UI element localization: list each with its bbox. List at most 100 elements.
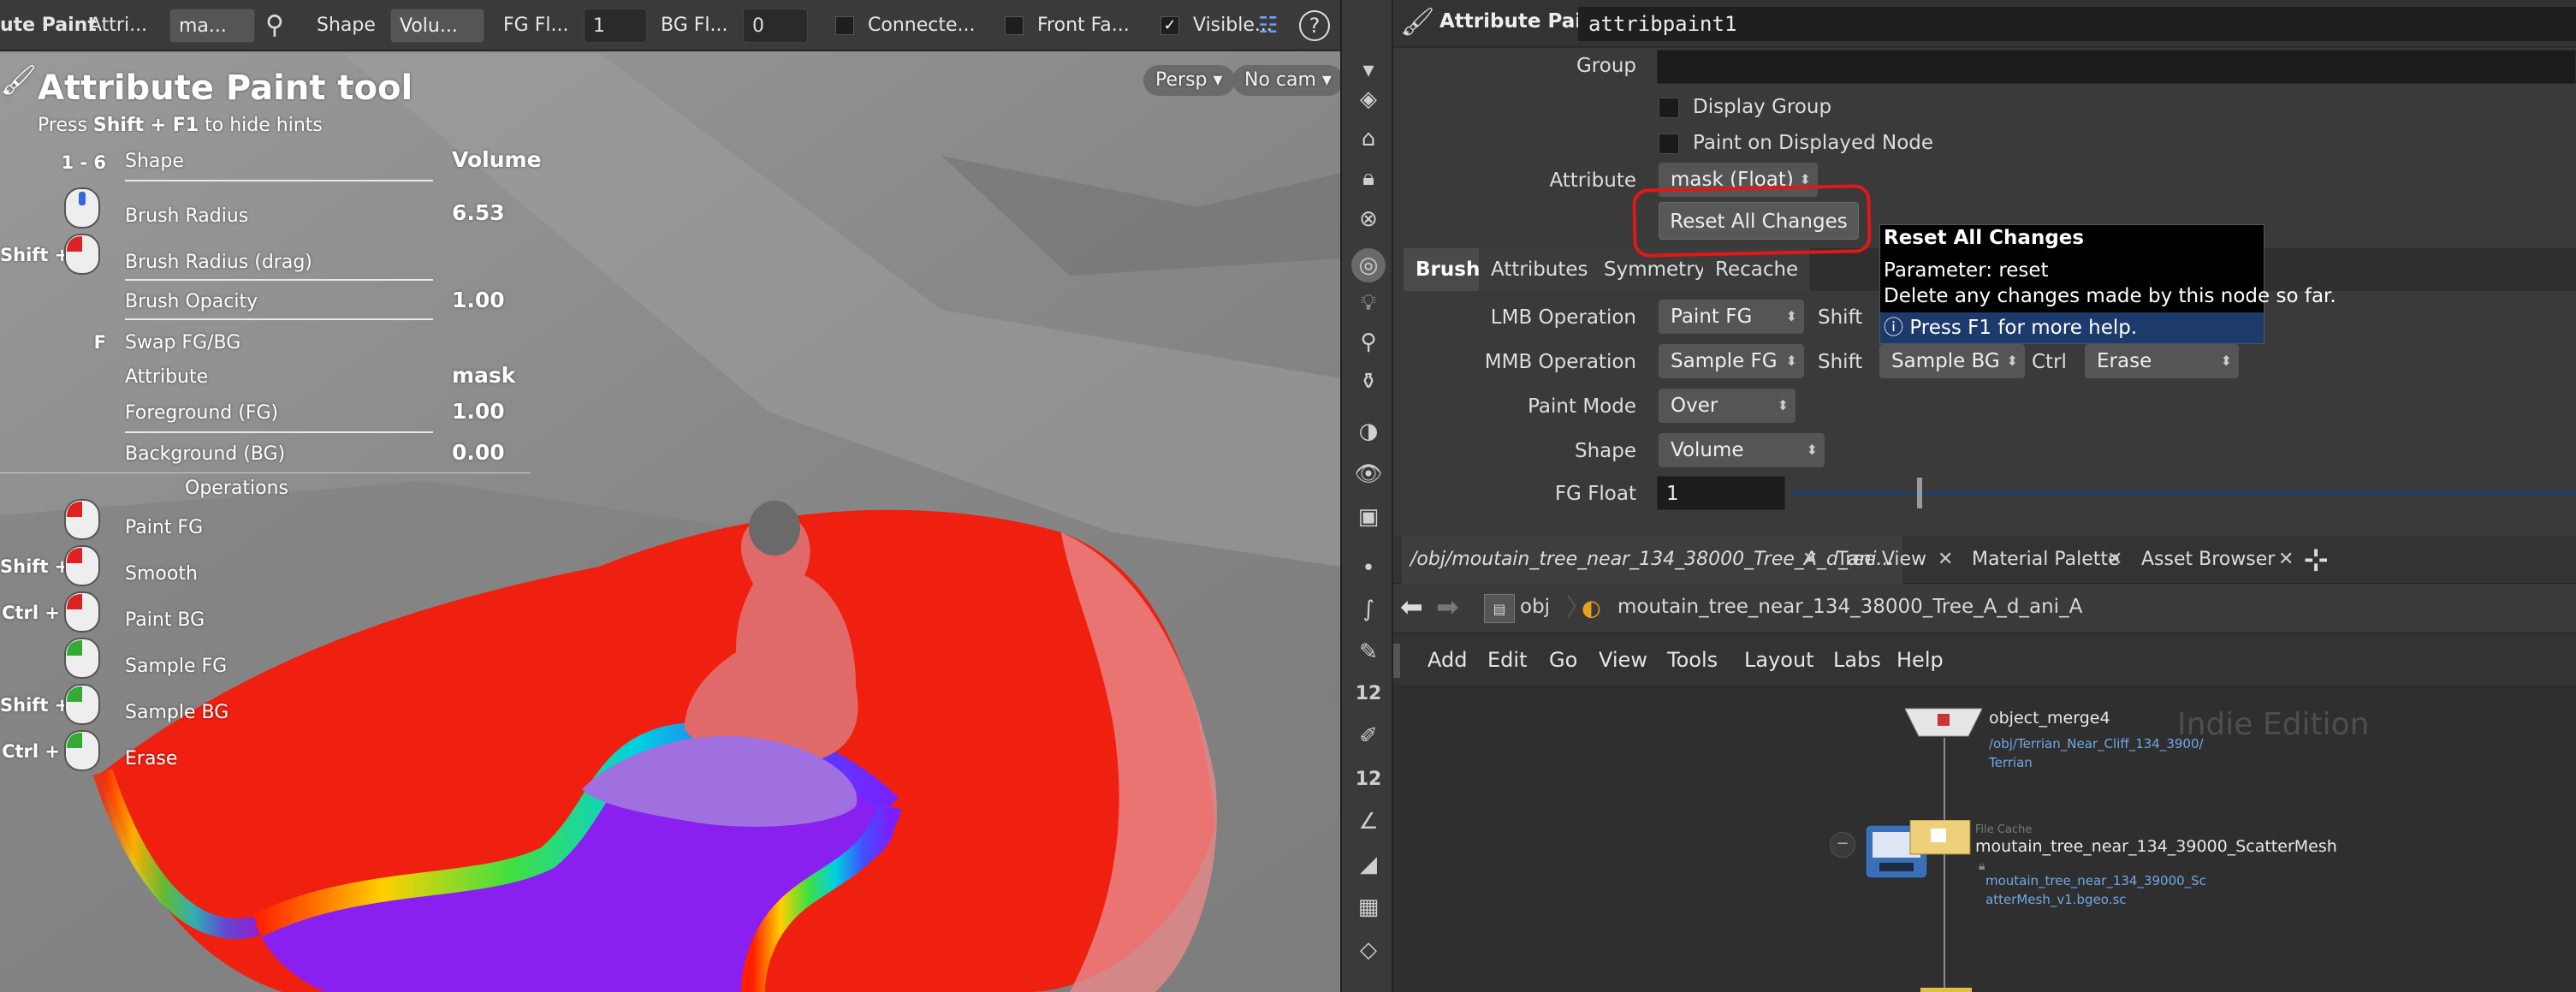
close-icon[interactable]: ✕ — [2278, 536, 2294, 584]
connected-checkbox[interactable] — [835, 16, 854, 35]
fg-float-slider-handle[interactable] — [1917, 478, 1922, 508]
path-node[interactable]: moutain_tree_near_134_38000_Tree_A_d_ani… — [1617, 596, 2082, 618]
mmb-operation-dropdown[interactable]: Sample FG ⬍ — [1659, 344, 1804, 378]
attribute-dropdown[interactable]: mask (Float) ⬍ — [1659, 163, 1818, 197]
node-name-field[interactable]: attribpaint1 — [1578, 7, 2576, 41]
display-group-checkbox[interactable] — [1659, 98, 1679, 118]
help-icon[interactable]: ? — [1299, 10, 1330, 41]
add-tab-icon[interactable]: ⊹ — [2295, 536, 2337, 584]
scene-viewport[interactable]: ute Paint Attri... ma... ⚲ Shape Volu...… — [0, 0, 1340, 992]
shift-operation-dropdown[interactable]: Sample BG ⬍ — [1879, 344, 2025, 378]
target-icon[interactable]: ◎ — [1351, 248, 1386, 282]
menu-add[interactable]: Add — [1427, 633, 1467, 686]
paint-mode-dropdown[interactable]: Over ⬍ — [1659, 389, 1795, 423]
node2-name[interactable]: moutain_tree_near_134_39000_ScatterMesh — [1975, 837, 2337, 856]
fg-float-field[interactable]: 1 — [1657, 476, 1785, 510]
group-field[interactable] — [1657, 50, 2576, 84]
close-icon[interactable]: ✕ — [1938, 536, 1953, 584]
node1-link-2[interactable]: Terrian — [1989, 755, 2033, 770]
node1-link[interactable]: /obj/Terrian_Near_Cliff_134_3900/ — [1989, 736, 2204, 751]
shape-dropdown[interactable]: Volu... — [390, 9, 484, 43]
light-target-icon[interactable]: ⚱ — [1351, 365, 1386, 399]
fg-field[interactable]: 1 — [584, 9, 647, 43]
attrib-dropdown[interactable]: ma... — [169, 9, 255, 43]
brush-icon[interactable]: ✐ — [1351, 719, 1386, 753]
light-bulb-icon[interactable]: 💡︎ — [1351, 286, 1386, 320]
updown-arrow-icon: ⬍ — [2220, 353, 2232, 369]
menu-edit[interactable]: Edit — [1487, 633, 1527, 686]
node2-link[interactable]: moutain_tree_near_134_39000_Sc — [1985, 873, 2206, 888]
eye-icon[interactable]: 👁︎ — [1351, 457, 1386, 491]
lmb-operation-dropdown[interactable]: Paint FG ⬍ — [1659, 300, 1804, 334]
next-node-stub[interactable] — [1920, 988, 1972, 992]
tooltip-desc: Delete any changes made by this node so … — [1884, 285, 2336, 307]
object-merge-node-icon[interactable] — [1905, 707, 1982, 738]
tab-tree-view[interactable]: Tree View — [1828, 536, 1935, 584]
menu-grip-icon — [1393, 644, 1400, 678]
close-circle-icon[interactable]: ⊗ — [1351, 202, 1386, 236]
node1-name[interactable]: object_merge4 — [1989, 709, 2110, 728]
snap-12-icon[interactable]: 12 — [1351, 676, 1386, 710]
tab-asset-browser[interactable]: Asset Browser — [2133, 536, 2283, 584]
uv-icon[interactable]: ◇ — [1351, 933, 1386, 967]
curve-icon[interactable]: ∫ — [1351, 592, 1386, 627]
menu-go[interactable]: Go — [1549, 633, 1577, 686]
paint-displayed-checkbox[interactable] — [1659, 134, 1679, 154]
menu-help[interactable]: Help — [1896, 633, 1944, 686]
bg-field[interactable]: 0 — [743, 9, 808, 43]
close-icon[interactable]: ✕ — [2107, 536, 2122, 584]
lock-icon[interactable]: 🔒︎ — [1351, 161, 1386, 195]
file-cache-node-icon[interactable] — [1862, 820, 1972, 888]
pin-icon[interactable]: ⚲ — [265, 0, 284, 51]
dot-icon[interactable]: • — [1351, 551, 1386, 585]
tab-material-palette[interactable]: Material Palette — [1963, 536, 2128, 584]
tab-recache[interactable]: Recache — [1703, 248, 1812, 291]
tooltip-help: ⓘ Press F1 for more help. — [1880, 312, 2264, 343]
close-icon[interactable]: ✕ — [1802, 536, 1818, 584]
shape-dropdown[interactable]: Volume ⬍ — [1659, 433, 1825, 467]
angle-icon[interactable]: ∠ — [1351, 805, 1386, 839]
frontface-checkbox[interactable] — [1005, 16, 1024, 35]
operation-label: Sample FG — [125, 656, 228, 677]
node-type-icon: 🖌 — [1400, 5, 1435, 38]
ctrl-operation-dropdown[interactable]: Erase ⬍ — [2085, 344, 2239, 378]
attribute-value: mask (Float) — [1671, 169, 1794, 191]
layers-icon[interactable]: ◈ — [1351, 82, 1386, 116]
hud-divider — [125, 431, 433, 433]
tab-symmetry[interactable]: Symmetry — [1592, 248, 1719, 291]
updown-arrow-icon: ⬍ — [2006, 353, 2018, 369]
light-add-icon[interactable]: ⚲ — [1351, 325, 1386, 359]
group-label: Group — [1576, 55, 1636, 77]
settings-list-icon[interactable]: ☷ — [1258, 0, 1278, 51]
camera-icon[interactable]: ▣ — [1351, 500, 1386, 534]
path-obj[interactable]: obj — [1520, 596, 1550, 618]
obj-context-icon[interactable]: ▤ — [1484, 594, 1515, 623]
network-canvas[interactable]: Indie Edition object_merge4 /obj/Terrian… — [1393, 686, 2576, 992]
fg-float-slider-track[interactable] — [1789, 491, 2576, 495]
persp-menu[interactable]: Persp ▾ — [1143, 65, 1235, 96]
shading-icon[interactable]: ◑ — [1351, 414, 1386, 448]
updown-arrow-icon: ⬍ — [1777, 397, 1789, 413]
shape-value: Volume — [1671, 439, 1744, 461]
camera-menu[interactable]: No cam ▾ — [1232, 65, 1340, 96]
hud-row-label: Shape — [125, 151, 184, 172]
menu-labs[interactable]: Labs — [1833, 633, 1881, 686]
node2-link-2[interactable]: atterMesh_v1.bgeo.sc — [1985, 892, 2127, 907]
reset-all-changes-button[interactable]: Reset All Changes — [1659, 202, 1859, 240]
pen-icon[interactable]: ✎ — [1351, 635, 1386, 669]
hud-key: Shift + — [0, 245, 70, 265]
back-arrow-icon[interactable]: ⬅ — [1400, 591, 1423, 623]
visible-checkbox[interactable]: ✓ — [1160, 16, 1179, 35]
menu-tools[interactable]: Tools — [1667, 633, 1718, 686]
tab-attributes[interactable]: Attributes — [1479, 248, 1601, 291]
node-bypass-icon[interactable]: − — [1830, 832, 1855, 858]
ghost-icon[interactable]: ⌂ — [1351, 122, 1386, 156]
forward-arrow-icon[interactable]: ➡ — [1436, 591, 1459, 623]
checker-icon[interactable]: ▦ — [1351, 890, 1386, 924]
grid-12-icon[interactable]: 12 — [1351, 762, 1386, 796]
reset-tooltip: Reset All Changes Parameter: reset Delet… — [1879, 224, 2336, 344]
menu-layout[interactable]: Layout — [1744, 633, 1814, 686]
plane-icon[interactable]: ◢ — [1351, 847, 1386, 882]
menu-view[interactable]: View — [1599, 633, 1647, 686]
hud-key: F — [93, 332, 106, 353]
